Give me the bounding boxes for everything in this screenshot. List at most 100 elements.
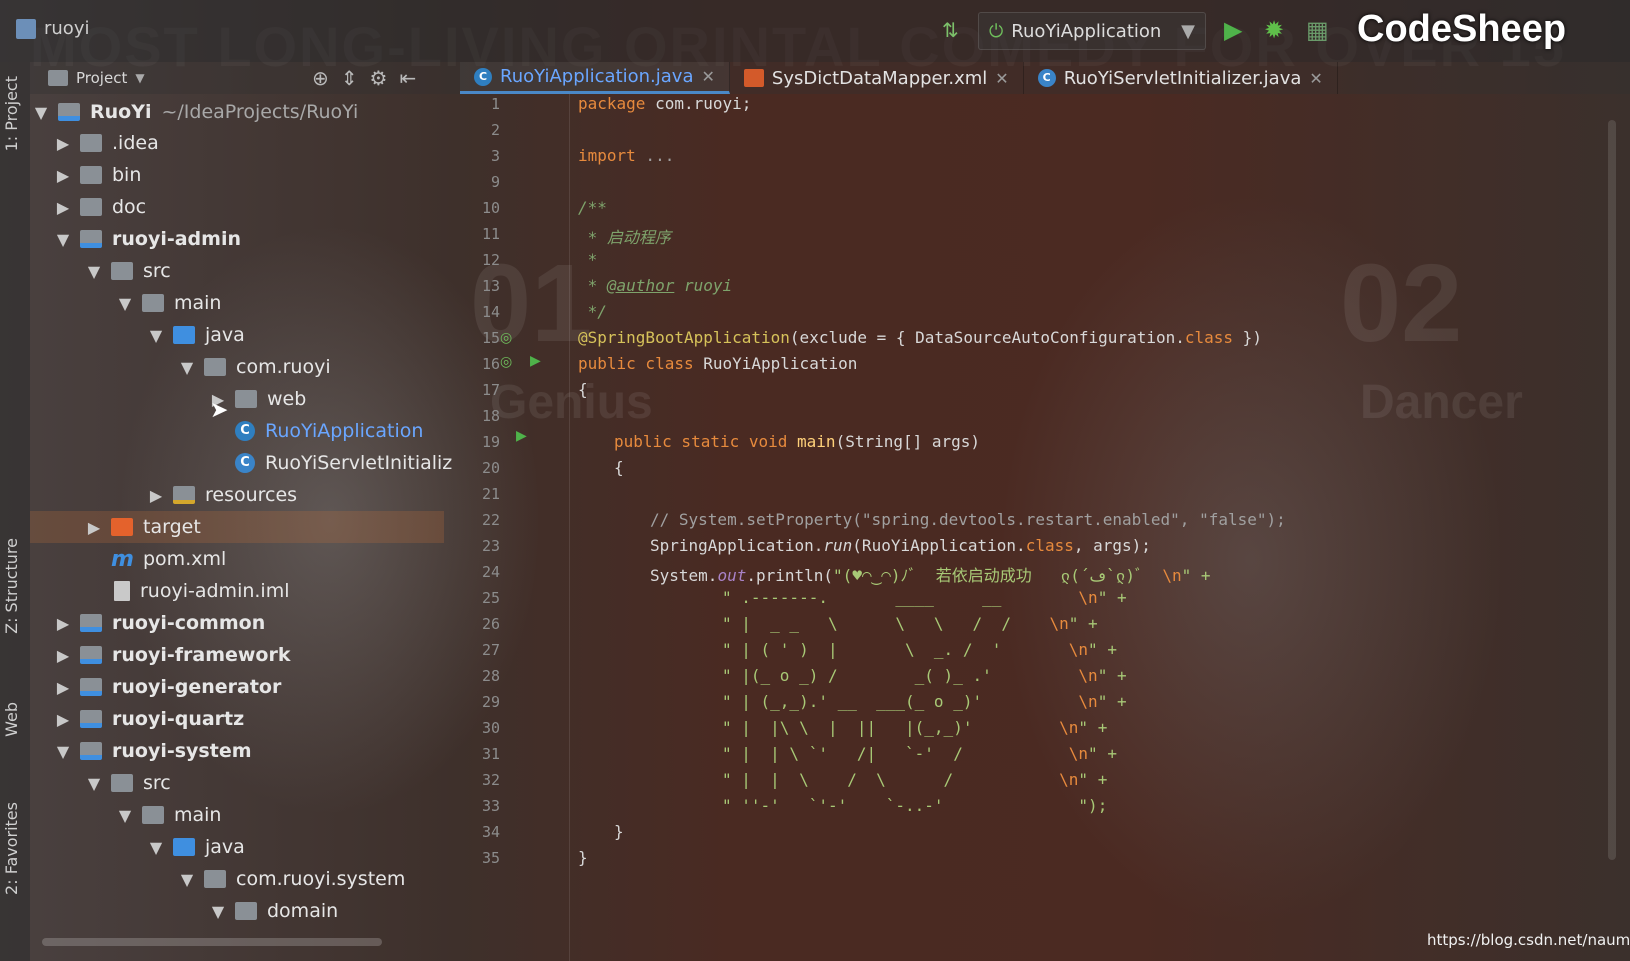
hide-panel-icon[interactable]: ⇤ — [399, 66, 416, 90]
tool-tab-web[interactable]: Web — [2, 702, 21, 737]
tree-node-ruoyiapplication[interactable]: C RuoYiApplication — [235, 415, 423, 447]
tree-node-domain[interactable]: ▼ domain — [211, 895, 338, 927]
tree-node-com-ruoyi[interactable]: ▼ com.ruoyi — [180, 351, 331, 383]
locate-icon[interactable]: ⊕ — [312, 66, 329, 90]
chevron-down-icon[interactable]: ▼ — [118, 294, 132, 313]
tree-node-doc[interactable]: ▶ doc — [56, 191, 146, 223]
breadcrumb-project[interactable]: ruoyi — [44, 18, 89, 39]
vcs-update-icon[interactable]: ⇅ — [942, 18, 959, 42]
line-number: 24 — [481, 563, 500, 581]
chevron-right-icon[interactable]: ▶ — [149, 486, 163, 505]
editor-gutter: 1 2 3 9 10 11 12 13 14 15 16 17 18 19 20 21 22 23 24 25 26 27… — [460, 94, 570, 961]
class-icon: C — [1037, 69, 1056, 87]
code-line-11: * 启动程序 — [578, 228, 671, 247]
tree-node-ruoyi-framework[interactable]: ▶ ruoyi-framework — [56, 639, 291, 671]
breadcrumb[interactable]: ruoyi — [16, 18, 89, 39]
chevron-down-icon[interactable]: ▼ — [87, 774, 101, 793]
chevron-right-icon[interactable]: ▶ — [56, 134, 70, 153]
tree-label: .idea — [112, 132, 159, 154]
chevron-down-icon[interactable]: ▼ — [118, 806, 132, 825]
close-icon[interactable]: ✕ — [1309, 69, 1322, 88]
tab-ruoyiapplication-java[interactable]: C RuoYiApplication.java ✕ — [460, 62, 730, 94]
tree-node-java[interactable]: ▼ java — [149, 319, 245, 351]
chevron-down-icon[interactable]: ▼ — [56, 742, 70, 761]
tree-node-ruoyiservletinitializer[interactable]: C RuoYiServletInitializ — [235, 447, 452, 479]
tree-node-ruoyi[interactable]: ▼ RuoYi ~/IdeaProjects/RuoYi — [34, 96, 359, 128]
tree-node-java[interactable]: ▼ java — [149, 831, 245, 863]
tree-node-idea[interactable]: ▶ .idea — [56, 127, 159, 159]
project-view-select[interactable]: Project — [76, 69, 127, 87]
chevron-down-icon[interactable]: ▼ — [135, 71, 144, 85]
run-gutter-icon[interactable]: ▶ — [516, 428, 527, 444]
collapse-all-icon[interactable]: ⇕ — [341, 66, 358, 90]
source-folder-icon — [173, 326, 195, 344]
chevron-right-icon[interactable]: ▶ — [56, 646, 70, 665]
tree-node-ruoyi-admin[interactable]: ▼ ruoyi-admin — [56, 223, 241, 255]
debug-icon[interactable]: ✹ — [1264, 18, 1284, 42]
code-line-12: * — [578, 250, 598, 269]
tree-label: resources — [205, 484, 298, 506]
tree-label: web — [267, 388, 307, 410]
chevron-down-icon[interactable]: ▼ — [149, 838, 163, 857]
code-line-14: */ — [578, 302, 607, 321]
tree-node-resources[interactable]: ▶ resources — [149, 479, 297, 511]
run-configuration-select[interactable]: ⏻ RuoYiApplication ▼ — [978, 12, 1206, 50]
chevron-right-icon[interactable]: ▶ — [56, 198, 70, 217]
tree-label: bin — [112, 164, 142, 186]
coverage-icon[interactable]: ▦ — [1306, 18, 1329, 42]
chevron-right-icon[interactable]: ▶ — [56, 678, 70, 697]
folder-icon — [142, 294, 164, 312]
run-icon[interactable]: ▶ — [1224, 18, 1242, 42]
tree-node-src[interactable]: ▼ src — [87, 767, 171, 799]
chevron-down-icon[interactable]: ▼ — [149, 326, 163, 345]
tree-node-ruoyi-quartz[interactable]: ▶ ruoyi-quartz — [56, 703, 244, 735]
tree-node-ruoyi-admin-iml[interactable]: ruoyi-admin.iml — [114, 575, 290, 607]
tree-horizontal-scrollbar[interactable] — [42, 938, 382, 946]
chevron-down-icon[interactable]: ▼ — [180, 870, 194, 889]
spring-bean-gutter-icon[interactable]: ◎ — [500, 354, 512, 370]
tab-sysdictdatamapper-xml[interactable]: SysDictDataMapper.xml ✕ — [730, 62, 1024, 94]
chevron-down-icon[interactable]: ▼ — [34, 103, 48, 122]
spring-bean-gutter-icon[interactable]: ◎ — [500, 330, 512, 346]
line-number: 9 — [490, 173, 500, 191]
line-number: 14 — [481, 303, 500, 321]
tree-node-src[interactable]: ▼ src — [87, 255, 171, 287]
line-number: 20 — [481, 459, 500, 477]
chevron-right-icon[interactable]: ▶ — [56, 710, 70, 729]
tree-node-bin[interactable]: ▶ bin — [56, 159, 142, 191]
tree-node-ruoyi-common[interactable]: ▶ ruoyi-common — [56, 607, 265, 639]
chevron-down-icon[interactable]: ▼ — [180, 358, 194, 377]
chevron-down-icon[interactable]: ▼ — [211, 902, 225, 921]
tool-tab-structure[interactable]: Z: Structure — [2, 538, 21, 634]
close-icon[interactable]: ✕ — [701, 67, 714, 86]
chevron-right-icon[interactable]: ▶ — [56, 614, 70, 633]
tool-tab-project[interactable]: 1: Project — [2, 76, 21, 151]
tree-node-main[interactable]: ▼ main — [118, 287, 222, 319]
tree-node-pom-xml[interactable]: m pom.xml — [111, 543, 226, 575]
code-line-3: import ... — [578, 146, 675, 165]
xml-file-icon — [743, 69, 764, 87]
code-editor[interactable]: package com.ruoyi; import ... /** * 启动程序… — [578, 94, 1598, 961]
line-number: 2 — [490, 121, 500, 139]
gear-icon[interactable]: ⚙ — [370, 66, 388, 90]
spring-boot-class-icon: C — [474, 67, 492, 86]
tree-node-main[interactable]: ▼ main — [118, 799, 222, 831]
tree-label: RuoYiServletInitializ — [265, 452, 453, 474]
tool-tab-favorites[interactable]: 2: Favorites — [2, 802, 21, 895]
close-icon[interactable]: ✕ — [995, 69, 1008, 88]
tree-node-ruoyi-generator[interactable]: ▶ ruoyi-generator — [56, 671, 282, 703]
chevron-right-icon[interactable]: ▶ — [56, 166, 70, 185]
run-gutter-icon[interactable]: ▶ — [530, 353, 541, 369]
tree-label: src — [143, 772, 171, 794]
chevron-down-icon[interactable]: ▼ — [87, 262, 101, 281]
tree-node-target[interactable]: ▶ target — [30, 511, 444, 543]
line-number: 15 — [481, 329, 500, 347]
line-number: 21 — [481, 485, 500, 503]
tree-node-ruoyi-system[interactable]: ▼ ruoyi-system — [56, 735, 252, 767]
editor-vertical-scrollbar[interactable] — [1608, 120, 1616, 860]
chevron-right-icon[interactable]: ▶ — [87, 518, 101, 537]
chevron-down-icon[interactable]: ▼ — [56, 230, 70, 249]
tree-node-com-ruoyi-system[interactable]: ▼ com.ruoyi.system — [180, 863, 406, 895]
line-number: 17 — [481, 381, 500, 399]
tab-ruoyiservletinitializer-java[interactable]: C RuoYiServletInitializer.java ✕ — [1024, 62, 1338, 94]
